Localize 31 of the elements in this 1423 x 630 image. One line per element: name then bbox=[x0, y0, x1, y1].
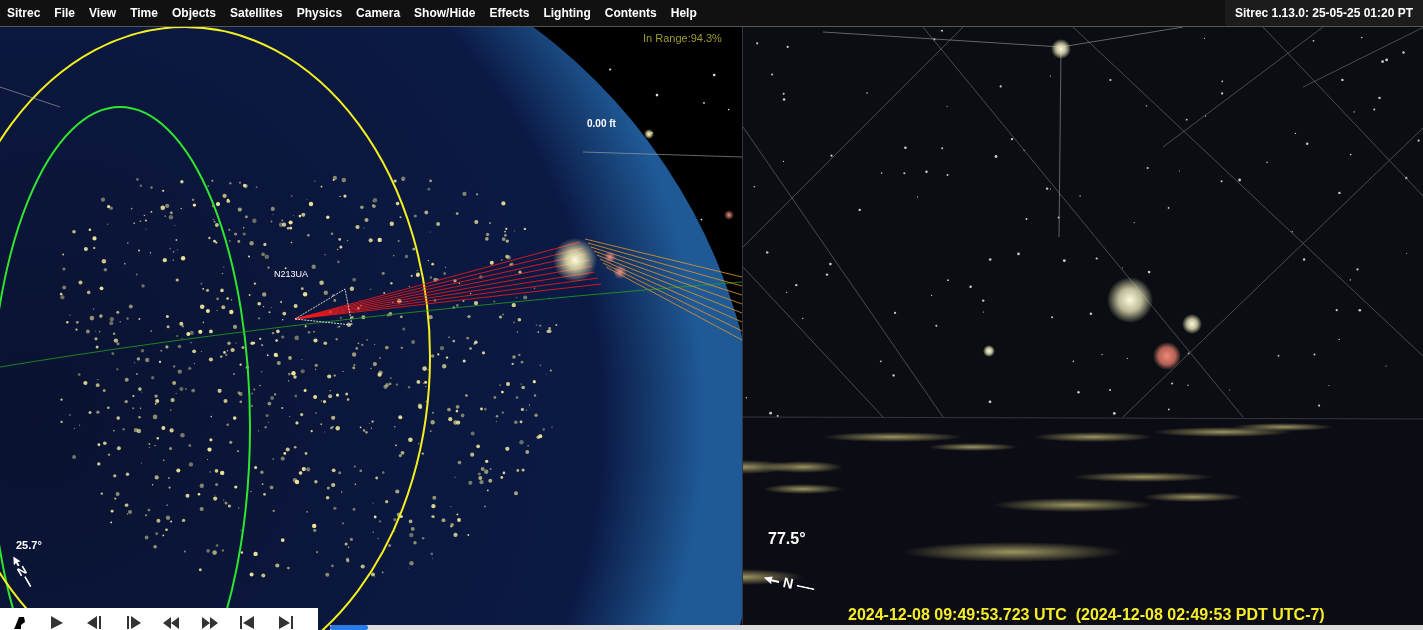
north-label: N bbox=[15, 563, 29, 579]
north-label: N bbox=[780, 572, 796, 594]
to-start-icon bbox=[238, 613, 256, 630]
step-forward-icon bbox=[124, 613, 142, 630]
menu-item[interactable]: Lighting bbox=[536, 0, 598, 26]
menu-item[interactable]: File bbox=[47, 0, 83, 26]
timestamp-label: 2024-12-08 09:49:53.723 UTC (2024-12-08 02:49:53 PDT UTC-7) bbox=[848, 605, 1325, 625]
menu-item[interactable]: Satellites bbox=[223, 0, 290, 26]
fov-label: 77.5° bbox=[768, 529, 806, 549]
north-arrow-icon bbox=[762, 574, 781, 586]
aircraft-label: N213UA bbox=[274, 268, 309, 281]
north-arrow-icon bbox=[10, 554, 23, 568]
version-label: Sitrec 1.13.0: 25-05-25 01:20 PT bbox=[1224, 0, 1423, 26]
menu-item[interactable]: View bbox=[82, 0, 124, 26]
menu-item[interactable]: Effects bbox=[482, 0, 537, 26]
pointer-line bbox=[796, 584, 815, 590]
time-slider[interactable] bbox=[330, 625, 1423, 630]
menu-item[interactable]: Time bbox=[123, 0, 165, 26]
menu-item[interactable]: Help bbox=[663, 0, 704, 26]
step-back-icon bbox=[86, 613, 104, 630]
menu-item[interactable]: Sitrec bbox=[0, 0, 48, 26]
pointer-line bbox=[24, 575, 32, 588]
to-end-icon bbox=[276, 613, 294, 630]
menu-item[interactable]: Objects bbox=[164, 0, 223, 26]
menu-item[interactable]: Contents bbox=[597, 0, 664, 26]
in-range-label: In Range:94.3% bbox=[643, 31, 722, 46]
altitude-label: 0.00 ft bbox=[587, 117, 616, 131]
menu-item[interactable]: Camera bbox=[349, 0, 408, 26]
menu-item[interactable]: Show/Hide bbox=[407, 0, 483, 26]
fov-label: 25.7° bbox=[16, 538, 42, 553]
menu-item[interactable]: Physics bbox=[289, 0, 350, 26]
